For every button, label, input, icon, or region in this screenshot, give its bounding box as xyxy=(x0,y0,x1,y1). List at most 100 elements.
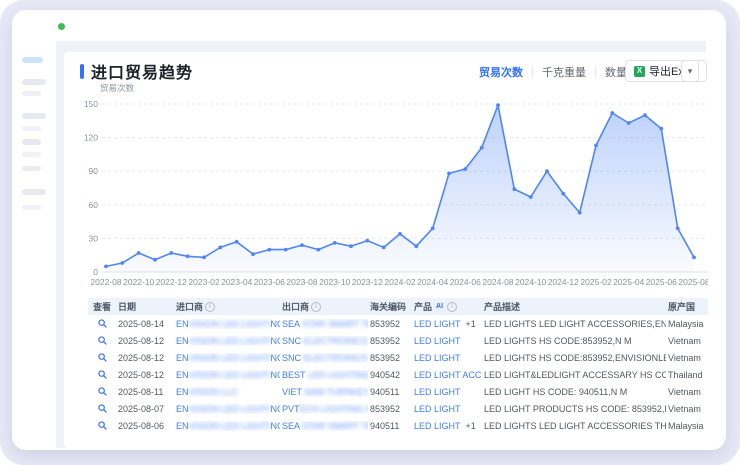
cell-product[interactable]: LED LIGHT +1 xyxy=(412,421,482,431)
svg-text:150: 150 xyxy=(84,99,98,109)
cell-importer[interactable]: ENVISION LED LIGHTING L... xyxy=(174,421,280,431)
cell-exporter[interactable]: SEA STAR SMART TECH ... xyxy=(280,421,368,431)
cell-importer[interactable]: ENVISION LED LIGHTING L... xyxy=(174,336,280,346)
cell-view[interactable] xyxy=(88,404,116,413)
cell-hs-code: 940511 xyxy=(368,387,412,397)
cell-importer[interactable]: ENVISION LED LIGHTING L... xyxy=(174,370,280,380)
cell-exporter[interactable]: SNC ELECTRONICS VIET... xyxy=(280,353,368,363)
export-dropdown-button[interactable]: ▾ xyxy=(681,60,699,82)
y-axis-unit-label: 贸易次数 xyxy=(100,82,134,94)
svg-text:2023-02: 2023-02 xyxy=(188,277,219,287)
product-link[interactable]: LED LIGHT xyxy=(414,319,461,329)
cell-importer[interactable]: ENVISION LLC xyxy=(174,387,280,397)
redacted-text: VISION LED LIGHTI xyxy=(189,336,271,346)
cell-description: LED LIGHTS LED LIGHT ACCESSORIES THIS SH… xyxy=(482,421,666,431)
cell-origin-country: Thailand xyxy=(666,370,708,380)
info-icon[interactable]: i xyxy=(447,302,457,312)
sidebar-item[interactable] xyxy=(22,139,41,145)
cell-exporter[interactable]: SNC ELECTRONICS VIET... xyxy=(280,336,368,346)
view-detail-icon[interactable] xyxy=(98,336,107,345)
info-icon[interactable]: i xyxy=(311,302,321,312)
cell-description: LED LIGHTS LED LIGHT ACCESSORIES,ENVISIO… xyxy=(482,319,666,329)
cell-description: LED LIGHTS HS CODE:853952,ENVISIONLED xyxy=(482,353,666,363)
view-detail-icon[interactable] xyxy=(98,404,107,413)
cell-product[interactable]: LED LIGHT xyxy=(412,404,482,414)
cell-description: LED LIGHT PRODUCTS HS CODE: 853952,NUWAT… xyxy=(482,404,666,414)
sidebar-item[interactable] xyxy=(22,79,46,85)
cell-exporter[interactable]: BEST LED LIGHTING THA... xyxy=(280,370,368,380)
cell-view[interactable] xyxy=(88,421,116,430)
cell-view[interactable] xyxy=(88,353,116,362)
svg-text:2022-08: 2022-08 xyxy=(90,277,121,287)
cell-date: 2025-08-07 xyxy=(116,404,174,414)
svg-text:2024-04: 2024-04 xyxy=(417,277,448,287)
cell-origin-country: Vietnam xyxy=(666,336,708,346)
product-link[interactable]: LED LIGHT xyxy=(414,336,461,346)
redacted-text: VISION LED LIGHTI xyxy=(189,370,271,380)
product-link[interactable]: LED LIGHT xyxy=(414,421,461,431)
column-header-view: 查看 xyxy=(88,300,116,313)
view-detail-icon[interactable] xyxy=(98,353,107,362)
cell-importer[interactable]: ENVISION LED LIGHTING L... xyxy=(174,319,280,329)
redacted-text: VISION LED LIGHTI xyxy=(189,404,271,414)
cell-product[interactable]: LED LIGHT xyxy=(412,336,482,346)
info-icon[interactable]: i xyxy=(205,302,215,312)
cell-exporter[interactable]: SEA STAR SMART TECH ... xyxy=(280,319,368,329)
cell-product[interactable]: LED LIGHT xyxy=(412,387,482,397)
cell-view[interactable] xyxy=(88,387,116,396)
cell-view[interactable] xyxy=(88,370,116,379)
product-link[interactable]: LED LIGHT ACCESSORY xyxy=(414,370,482,380)
product-link[interactable]: LED LIGHT xyxy=(414,353,461,363)
trend-chart: 03060901201502022-082022-102022-122023-0… xyxy=(70,96,708,292)
tab-kg-weight[interactable]: 千克重量 xyxy=(533,64,595,80)
column-header-date: 日期 xyxy=(116,300,174,313)
view-detail-icon[interactable] xyxy=(98,370,107,379)
sidebar-item[interactable] xyxy=(22,126,41,131)
product-extra-count[interactable]: +1 xyxy=(466,319,476,329)
sidebar-item[interactable] xyxy=(22,205,41,210)
redacted-text: STAR SMART TE xyxy=(300,319,368,329)
page-title: 进口贸易趋势 xyxy=(91,59,193,83)
view-detail-icon[interactable] xyxy=(98,387,107,396)
svg-text:2024-08: 2024-08 xyxy=(482,277,513,287)
product-link[interactable]: LED LIGHT xyxy=(414,387,461,397)
cell-date: 2025-08-12 xyxy=(116,353,174,363)
svg-text:2023-12: 2023-12 xyxy=(352,277,383,287)
maximize-window-icon[interactable] xyxy=(58,23,65,30)
sidebar-item-active[interactable] xyxy=(22,57,43,63)
cell-exporter[interactable]: VIET NAM TURNKEY E xyxy=(280,387,368,397)
view-detail-icon[interactable] xyxy=(98,319,107,328)
cell-hs-code: 853952 xyxy=(368,336,412,346)
product-link[interactable]: LED LIGHT xyxy=(414,404,461,414)
cell-description: LED LIGHT HS CODE: 940511,N M xyxy=(482,387,666,397)
cell-product[interactable]: LED LIGHT ACCESSORY xyxy=(412,370,482,380)
product-extra-count[interactable]: +1 xyxy=(466,421,476,431)
cell-importer[interactable]: ENVISION LED LIGHTING L... xyxy=(174,353,280,363)
table-body: 2025-08-14ENVISION LED LIGHTING L...SEA … xyxy=(88,315,708,434)
view-detail-icon[interactable] xyxy=(98,421,107,430)
cell-description: LED LIGHTS HS CODE:853952,N M xyxy=(482,336,666,346)
cell-hs-code: 853952 xyxy=(368,353,412,363)
redacted-text: VISION LED LIGHTI xyxy=(189,319,271,329)
sidebar-item[interactable] xyxy=(22,91,41,96)
svg-text:2025-04: 2025-04 xyxy=(613,277,644,287)
tab-trade-count[interactable]: 贸易次数 xyxy=(470,64,532,80)
cell-exporter[interactable]: PVTECH LIGHTING NEW VI... xyxy=(280,404,368,414)
svg-text:30: 30 xyxy=(89,233,99,243)
cell-importer[interactable]: ENVISION LED LIGHTING L... xyxy=(174,404,280,414)
sidebar-item[interactable] xyxy=(22,189,46,195)
sidebar-item[interactable] xyxy=(22,113,46,119)
sidebar-item[interactable] xyxy=(22,152,41,157)
redacted-text: VISION LED LIGHTI xyxy=(189,353,271,363)
cell-view[interactable] xyxy=(88,319,116,328)
title-accent-bar xyxy=(80,64,84,79)
column-header-importer: 进口商i xyxy=(174,300,280,313)
redacted-text: ELECTRONICS VI xyxy=(301,336,368,346)
cell-view[interactable] xyxy=(88,336,116,345)
cell-date: 2025-08-12 xyxy=(116,370,174,380)
column-header-country: 原产国 xyxy=(666,300,708,313)
redacted-text: ELECTRONICS VI xyxy=(301,353,368,363)
cell-product[interactable]: LED LIGHT xyxy=(412,353,482,363)
sidebar-item[interactable] xyxy=(22,166,41,171)
cell-product[interactable]: LED LIGHT +1 xyxy=(412,319,482,329)
